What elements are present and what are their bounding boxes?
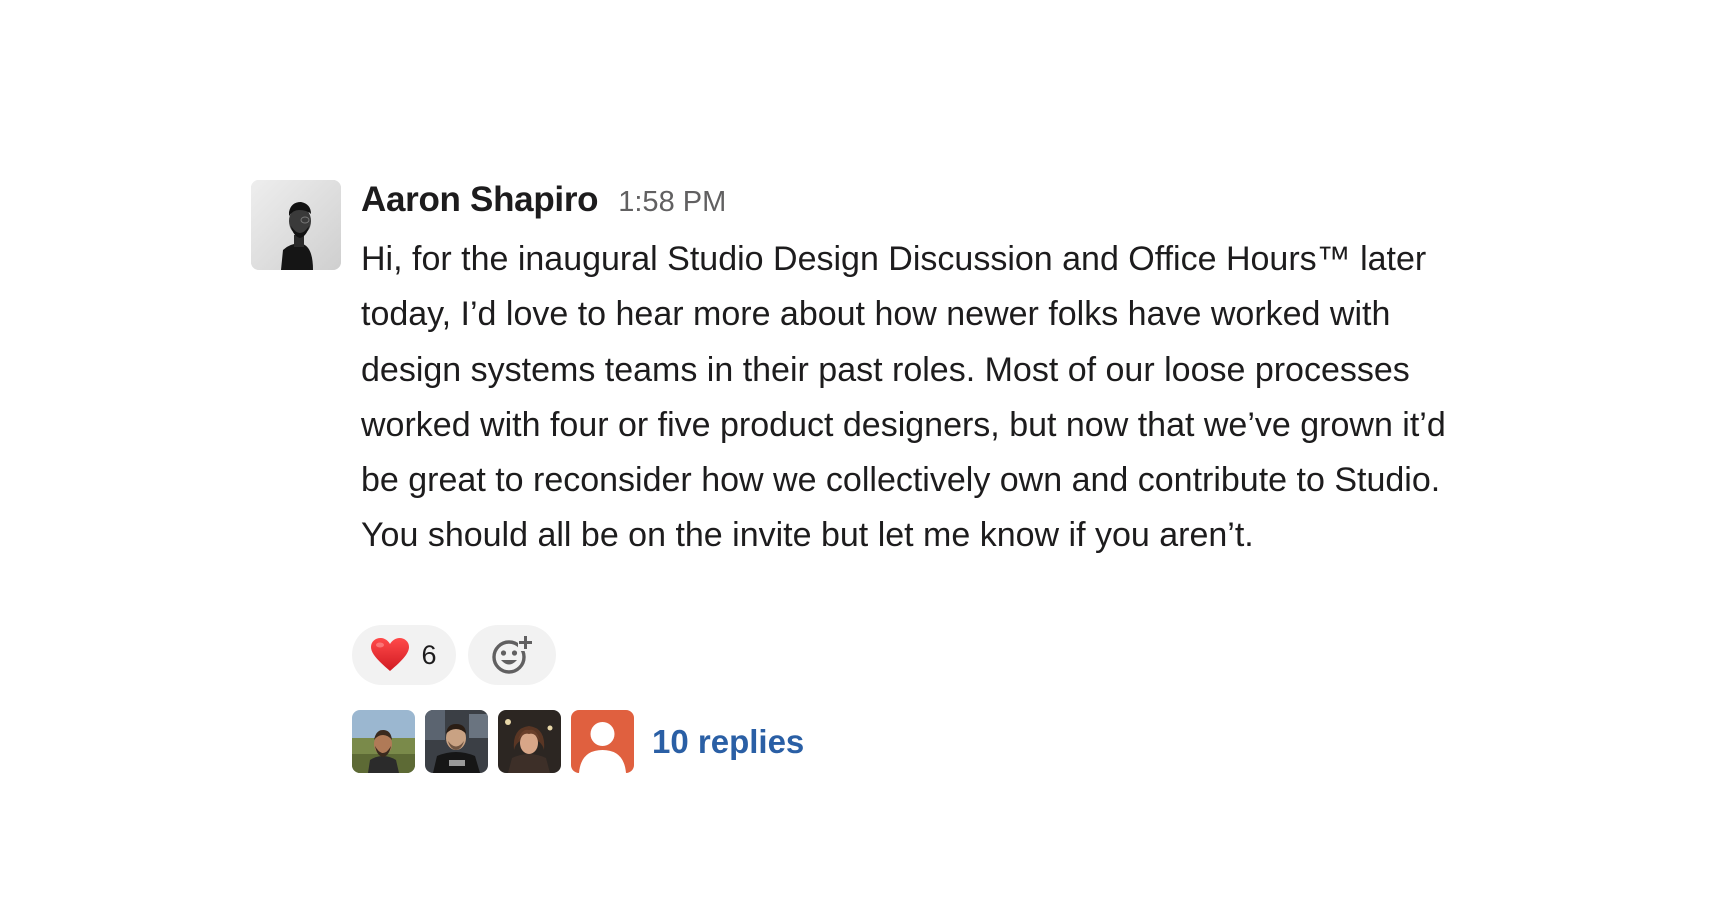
thread-summary[interactable]: 10 replies (352, 710, 804, 773)
sender-avatar[interactable] (251, 180, 341, 270)
add-reaction-icon (492, 636, 534, 674)
message-timestamp[interactable]: 1:58 PM (618, 186, 726, 219)
avatar-photo-woman (498, 710, 561, 773)
reactions-bar: 6 (352, 625, 556, 685)
sender-avatar-image (251, 180, 341, 270)
thread-participant-avatar (498, 710, 561, 773)
message-paragraph: You should all be on the invite but let … (361, 516, 1254, 555)
message-content: Aaron Shapiro 1:58 PM Hi, for the inaugu… (361, 180, 1511, 564)
reaction-heart[interactable]: 6 (352, 625, 456, 685)
replies-link[interactable]: 10 replies (652, 723, 804, 761)
thread-participant-avatar (425, 710, 488, 773)
avatar-placeholder (571, 710, 634, 773)
thread-participant-avatar (571, 710, 634, 773)
sender-name[interactable]: Aaron Shapiro (361, 180, 599, 220)
reaction-count: 6 (421, 639, 437, 670)
thread-participant-avatar (352, 710, 415, 773)
message-body: Hi, for the inaugural Studio Design Disc… (361, 232, 1481, 564)
message-paragraph: Hi, for the inaugural Studio Design Disc… (361, 240, 1446, 500)
heart-emoji-icon (371, 638, 410, 671)
avatar-photo-dark-shirt (425, 710, 488, 773)
avatar-photo-outdoors (352, 710, 415, 773)
message-header: Aaron Shapiro 1:58 PM (361, 180, 1511, 220)
add-reaction-button[interactable] (468, 625, 556, 685)
